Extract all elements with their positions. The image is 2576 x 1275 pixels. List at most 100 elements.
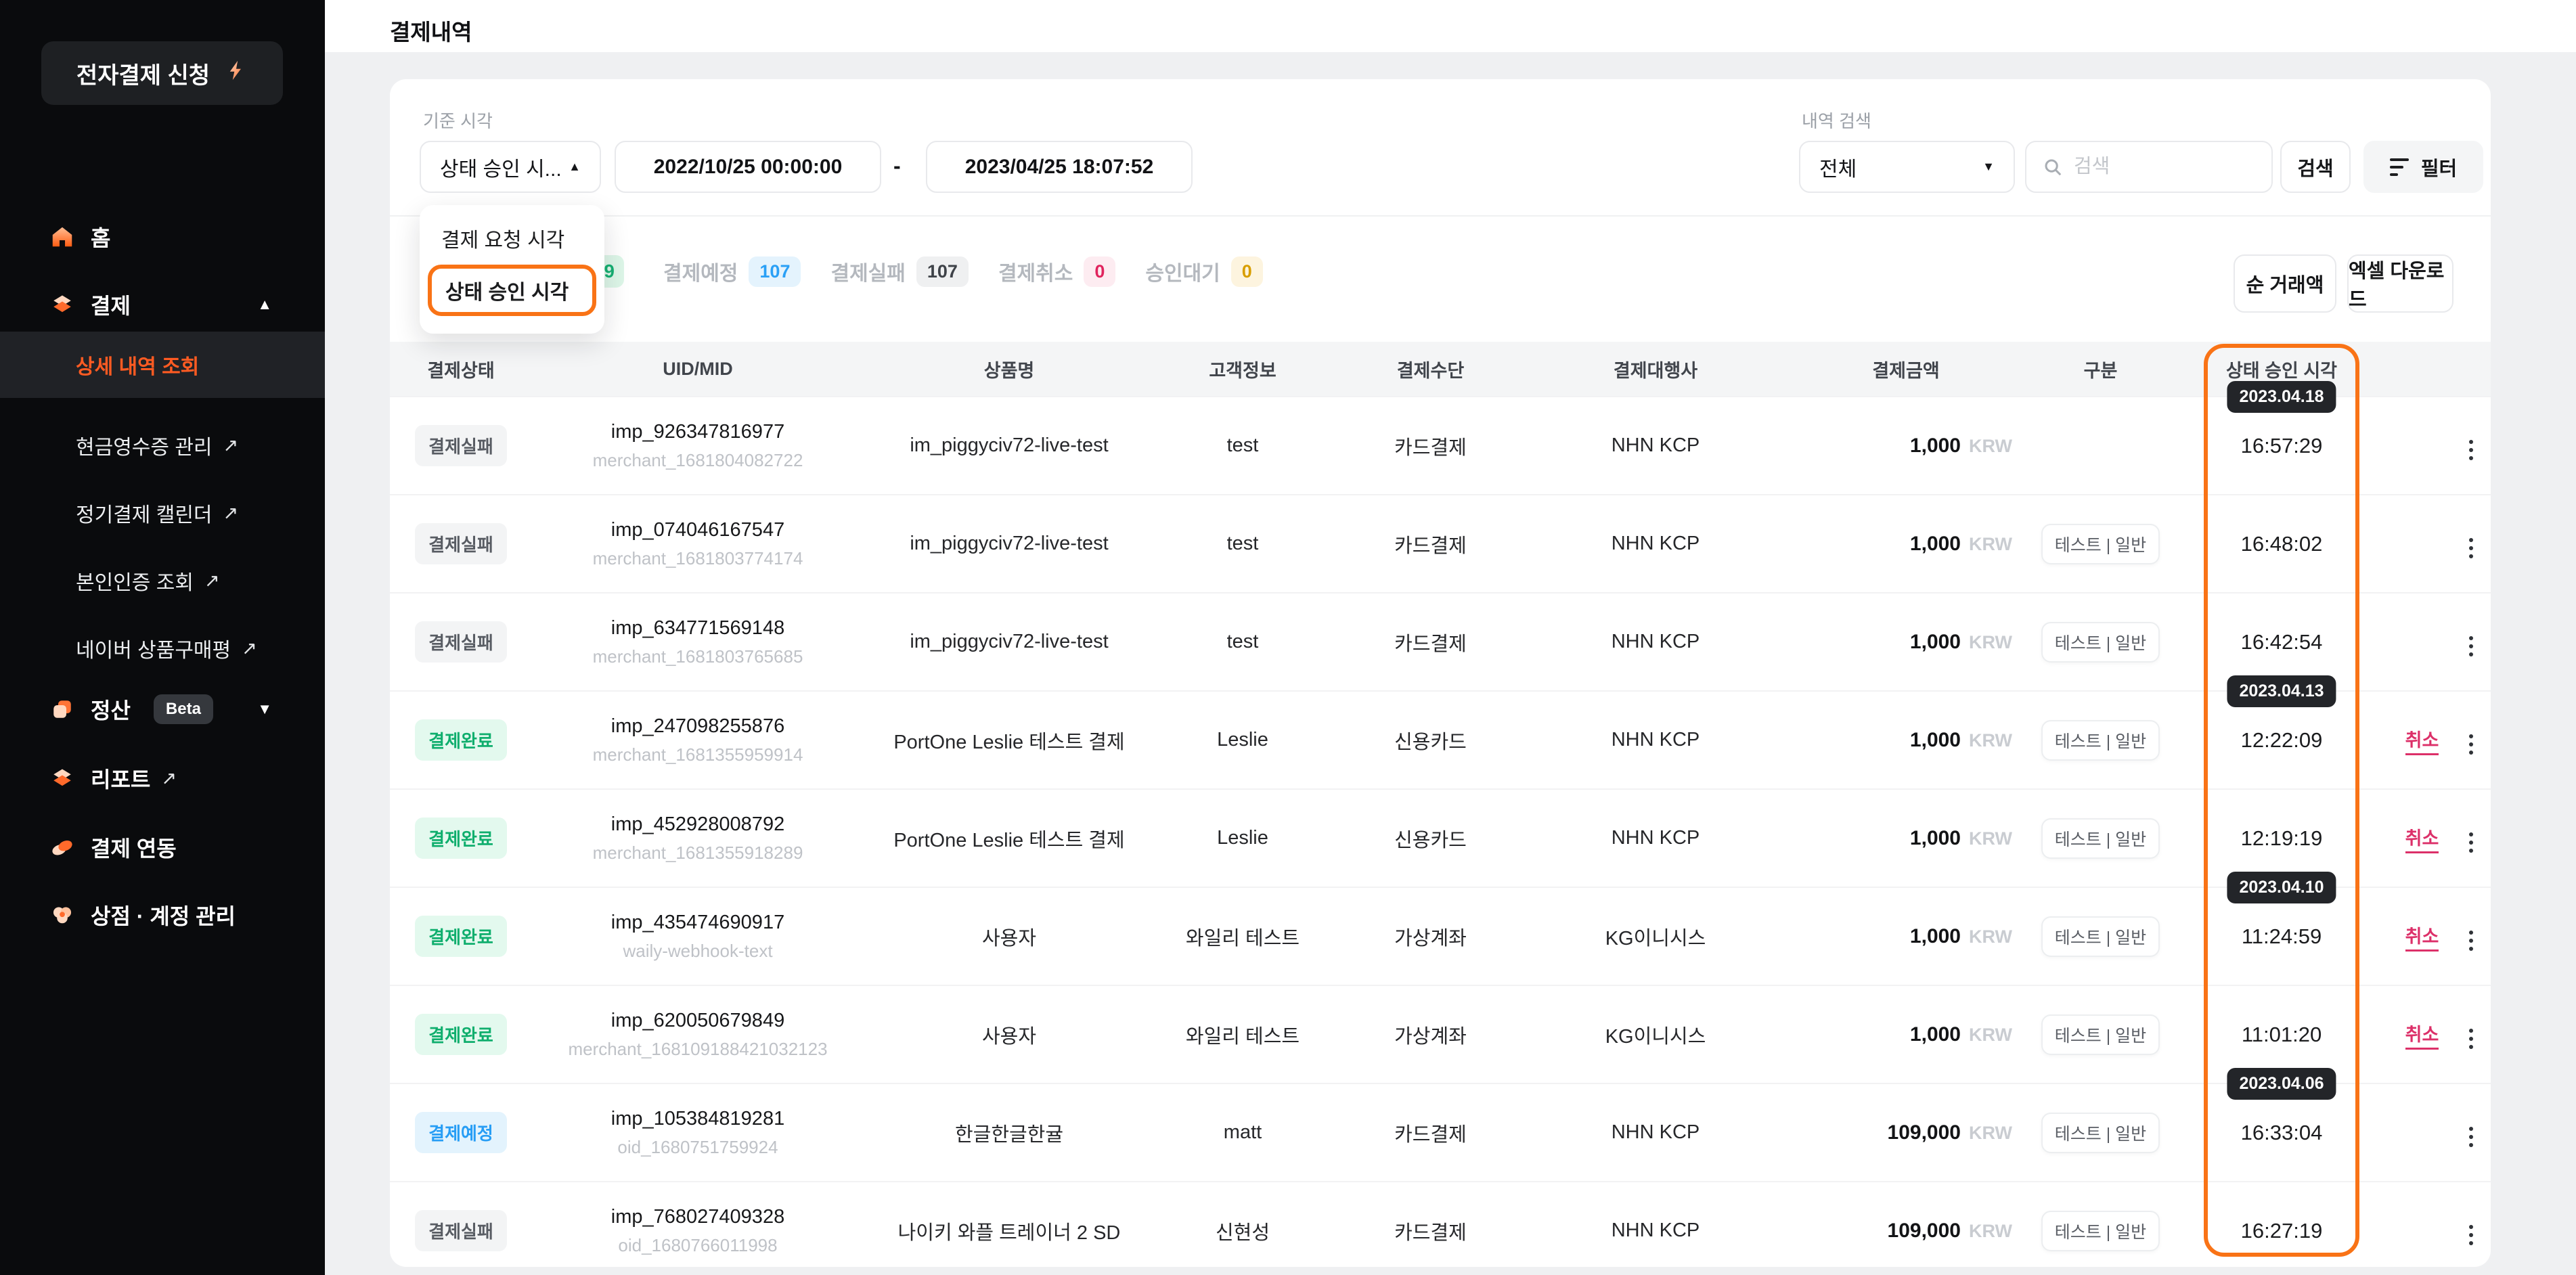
sidebar-item-store-account[interactable]: 상점 · 계정 관리	[0, 891, 325, 939]
customer-cell: 신현성	[1155, 1217, 1331, 1245]
kebab-menu-icon[interactable]	[2465, 828, 2477, 857]
table-row[interactable]: 결제실패imp_768027409328oid_1680766011998나이키…	[390, 1181, 2491, 1267]
cancel-link[interactable]: 취소	[2405, 922, 2439, 952]
table-row[interactable]: 결제실패imp_926347816977merchant_16818040827…	[390, 396, 2491, 494]
row-menu-cell	[2451, 1114, 2491, 1151]
date-group-pill: 2023.04.10	[2227, 872, 2336, 903]
sidebar-item-detail-history[interactable]: 상세 내역 조회	[0, 332, 325, 398]
date-to-input[interactable]: 2023/04/25 18:07:52	[926, 141, 1193, 193]
kebab-menu-icon[interactable]	[2465, 534, 2477, 562]
dropdown-option-request-time[interactable]: 결제 요청 시각	[420, 215, 604, 262]
dropdown-option-approved-time[interactable]: 상태 승인 시각	[428, 265, 596, 316]
row-menu-cell	[2451, 721, 2491, 759]
table-row[interactable]: 결제예정imp_105384819281oid_1680751759924한글한…	[390, 1083, 2491, 1181]
search-icon	[2043, 157, 2063, 177]
sidebar-item-identity-verification[interactable]: 본인인증 조회 ↗	[0, 556, 325, 605]
kebab-menu-icon[interactable]	[2465, 1123, 2477, 1151]
date-group: 2023.04.06결제예정imp_105384819281oid_168075…	[390, 1083, 2491, 1267]
column-header: 상태 승인 시각	[2170, 356, 2393, 382]
type-badge: 테스트 | 일반	[2041, 524, 2160, 564]
tab-count-badge: 107	[916, 256, 969, 287]
sidebar-item-integration[interactable]: 결제 연동	[0, 823, 325, 872]
status-badge: 결제실패	[415, 523, 507, 564]
net-amount-button[interactable]: 순 거래액	[2234, 254, 2336, 313]
mid-value: oid_1680766011998	[532, 1235, 864, 1256]
kebab-menu-icon[interactable]	[2465, 436, 2477, 464]
type-cell: 테스트 | 일반	[2031, 720, 2170, 761]
sidebar-item-settlement[interactable]: 정산 Beta ▼	[0, 685, 325, 734]
status-tab-2[interactable]: 결제취소 0	[998, 256, 1115, 287]
kebab-menu-icon[interactable]	[2465, 926, 2477, 955]
status-cell: 결제실패	[390, 523, 532, 564]
table-row[interactable]: 결제완료imp_620050679849merchant_16810918842…	[390, 985, 2491, 1083]
tab-label: 결제취소	[998, 256, 1073, 286]
status-tabs: 결제예정 107결제실패 107결제취소 0승인대기 0	[663, 251, 1263, 292]
column-header: 결제대행사	[1530, 356, 1781, 382]
cancel-cell: 취소	[2393, 922, 2451, 952]
table-row[interactable]: 결제완료imp_452928008792merchant_16813559182…	[390, 788, 2491, 887]
table-row[interactable]: 결제실패imp_634771569148merchant_16818037656…	[390, 592, 2491, 690]
date-group-pill: 2023.04.13	[2227, 675, 2336, 707]
sidebar-item-payment[interactable]: 결제 ▲	[0, 280, 325, 329]
filter-button[interactable]: 필터	[2363, 141, 2483, 193]
customer-cell: test	[1155, 631, 1331, 653]
table-row[interactable]: 결제실패imp_074046167547merchant_16818037741…	[390, 494, 2491, 592]
table-row[interactable]: 결제완료imp_435474690917waily-webhook-text사용…	[390, 887, 2491, 985]
net-amount-label: 순 거래액	[2246, 269, 2324, 298]
method-cell: 신용카드	[1331, 726, 1530, 755]
sidebar-sub-label: 네이버 상품구매평	[76, 633, 231, 663]
sidebar-item-recurring-calendar[interactable]: 정기결제 캘린더 ↗	[0, 489, 325, 537]
amount-cell: 1,000KRW	[1781, 1023, 2031, 1046]
cancel-link[interactable]: 취소	[2405, 824, 2439, 853]
payment-admin-screen: { "colors": { "accent_orange": "#F97316"…	[0, 0, 2576, 1275]
method-cell: 카드결제	[1331, 530, 1530, 558]
sidebar-item-cash-receipt[interactable]: 현금영수증 관리 ↗	[0, 421, 325, 470]
cancel-link[interactable]: 취소	[2405, 1020, 2439, 1050]
base-time-select[interactable]: 상태 승인 시... ▲	[420, 141, 601, 193]
row-menu-cell	[2451, 918, 2491, 955]
sidebar-item-naver-reviews[interactable]: 네이버 상품구매평 ↗	[0, 624, 325, 673]
status-tab-0[interactable]: 결제예정 107	[663, 256, 801, 287]
amount-cell: 1,000KRW	[1781, 533, 2031, 556]
status-tab-1[interactable]: 결제실패 107	[830, 256, 968, 287]
amount-cell: 1,000KRW	[1781, 631, 2031, 654]
excel-download-button[interactable]: 엑셀 다운로드	[2347, 254, 2453, 313]
uid-value: imp_105384819281	[532, 1108, 864, 1130]
table-row[interactable]: 결제완료imp_247098255876merchant_16813559599…	[390, 690, 2491, 788]
search-button[interactable]: 검색	[2280, 141, 2351, 193]
date-from-input[interactable]: 2022/10/25 00:00:00	[615, 141, 881, 193]
table-body: 2023.04.18결제실패imp_926347816977merchant_1…	[390, 396, 2491, 1267]
amount-cell: 109,000KRW	[1781, 1220, 2031, 1243]
pg-cell: KG이니시스	[1530, 1021, 1781, 1049]
search-input[interactable]	[2074, 156, 2250, 178]
tab-count-badge: 0	[1231, 256, 1263, 287]
chevron-down-icon[interactable]: ▼	[257, 700, 272, 718]
currency-label: KRW	[1969, 730, 2012, 751]
column-header: 고객정보	[1155, 356, 1331, 382]
sidebar-item-report[interactable]: 리포트 ↗	[0, 754, 325, 803]
e-payment-apply-button[interactable]: 전자결제 신청	[41, 41, 283, 105]
method-cell: 가상계좌	[1331, 1021, 1530, 1049]
amount-value: 109,000	[1888, 1121, 1961, 1144]
status-badge: 결제예정	[415, 1112, 507, 1153]
chevron-up-icon[interactable]: ▲	[257, 296, 272, 313]
mid-value: oid_1680751759924	[532, 1137, 864, 1158]
amount-value: 109,000	[1888, 1220, 1961, 1243]
kebab-menu-icon[interactable]	[2465, 730, 2477, 759]
cta-label: 전자결제 신청	[76, 57, 210, 90]
mid-value: waily-webhook-text	[532, 941, 864, 962]
status-tab-3[interactable]: 승인대기 0	[1145, 256, 1262, 287]
type-cell: 테스트 | 일반	[2031, 524, 2170, 564]
chevron-up-icon: ▲	[569, 160, 581, 174]
sidebar-sub-label: 현금영수증 관리	[76, 430, 213, 460]
search-category-select[interactable]: 전체 ▼	[1799, 141, 2015, 193]
currency-label: KRW	[1969, 1123, 2012, 1144]
kebab-menu-icon[interactable]	[2465, 1221, 2477, 1249]
cancel-link[interactable]: 취소	[2405, 725, 2439, 755]
kebab-menu-icon[interactable]	[2465, 632, 2477, 661]
kebab-menu-icon[interactable]	[2465, 1025, 2477, 1053]
customer-cell: test	[1155, 434, 1331, 457]
type-cell: 테스트 | 일반	[2031, 1113, 2170, 1153]
approved-time-cell: 11:24:59	[2170, 924, 2393, 949]
status-badge: 결제완료	[415, 719, 507, 761]
